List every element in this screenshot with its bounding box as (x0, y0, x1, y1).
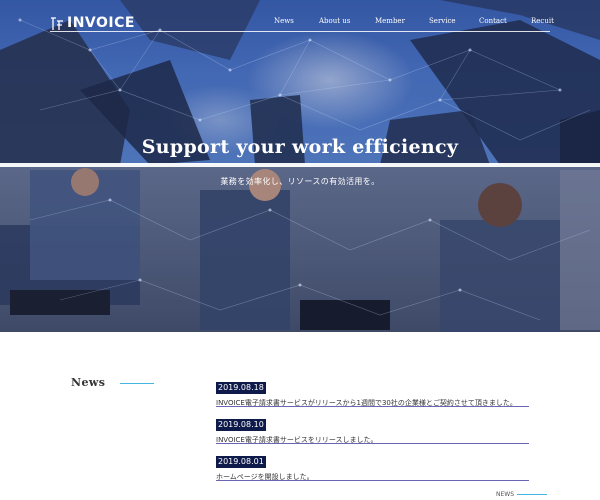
news-list: 2019.08.18 INVOICE電子請求書サービスがリリースから1週間で30… (216, 375, 529, 486)
nav-item-service[interactable]: Service (429, 17, 456, 25)
nav-item-about-us[interactable]: About us (319, 17, 350, 25)
hero-subtitle: 業務を効率化し、リソースの有効活用を。 (220, 177, 380, 186)
news-date-badge: 2019.08.10 (216, 419, 266, 431)
news-item[interactable]: 2019.08.18 INVOICE電子請求書サービスがリリースから1週間で30… (216, 375, 529, 412)
news-date-badge: 2019.08.01 (216, 456, 266, 468)
hero-section: INVOICE News About us Member Service Con… (0, 0, 600, 332)
hero-title: Support your work efficiency (141, 136, 459, 158)
news-divider (216, 406, 529, 407)
news-item[interactable]: 2019.08.10 INVOICE電子請求書サービスをリリースしました。 (216, 412, 529, 449)
nav-item-recruit[interactable]: Recuit (531, 17, 554, 25)
main-nav: News About us Member Service Contact Rec… (0, 17, 600, 29)
nav-item-news[interactable]: News (274, 17, 294, 25)
news-more-label: NEWS (496, 491, 515, 498)
news-more-accent-line (517, 494, 548, 495)
nav-item-contact[interactable]: Contact (479, 17, 507, 25)
news-heading-accent-line (120, 383, 154, 384)
nav-item-member[interactable]: Member (375, 17, 405, 25)
news-divider (216, 443, 529, 444)
news-date-badge: 2019.08.18 (216, 382, 266, 394)
news-heading: News (71, 376, 106, 389)
news-divider (216, 480, 529, 481)
news-more-link[interactable]: NEWS (496, 491, 548, 498)
header-divider (50, 31, 550, 32)
hero-divider (0, 163, 600, 167)
news-item[interactable]: 2019.08.01 ホームページを開設しました。 (216, 449, 529, 486)
